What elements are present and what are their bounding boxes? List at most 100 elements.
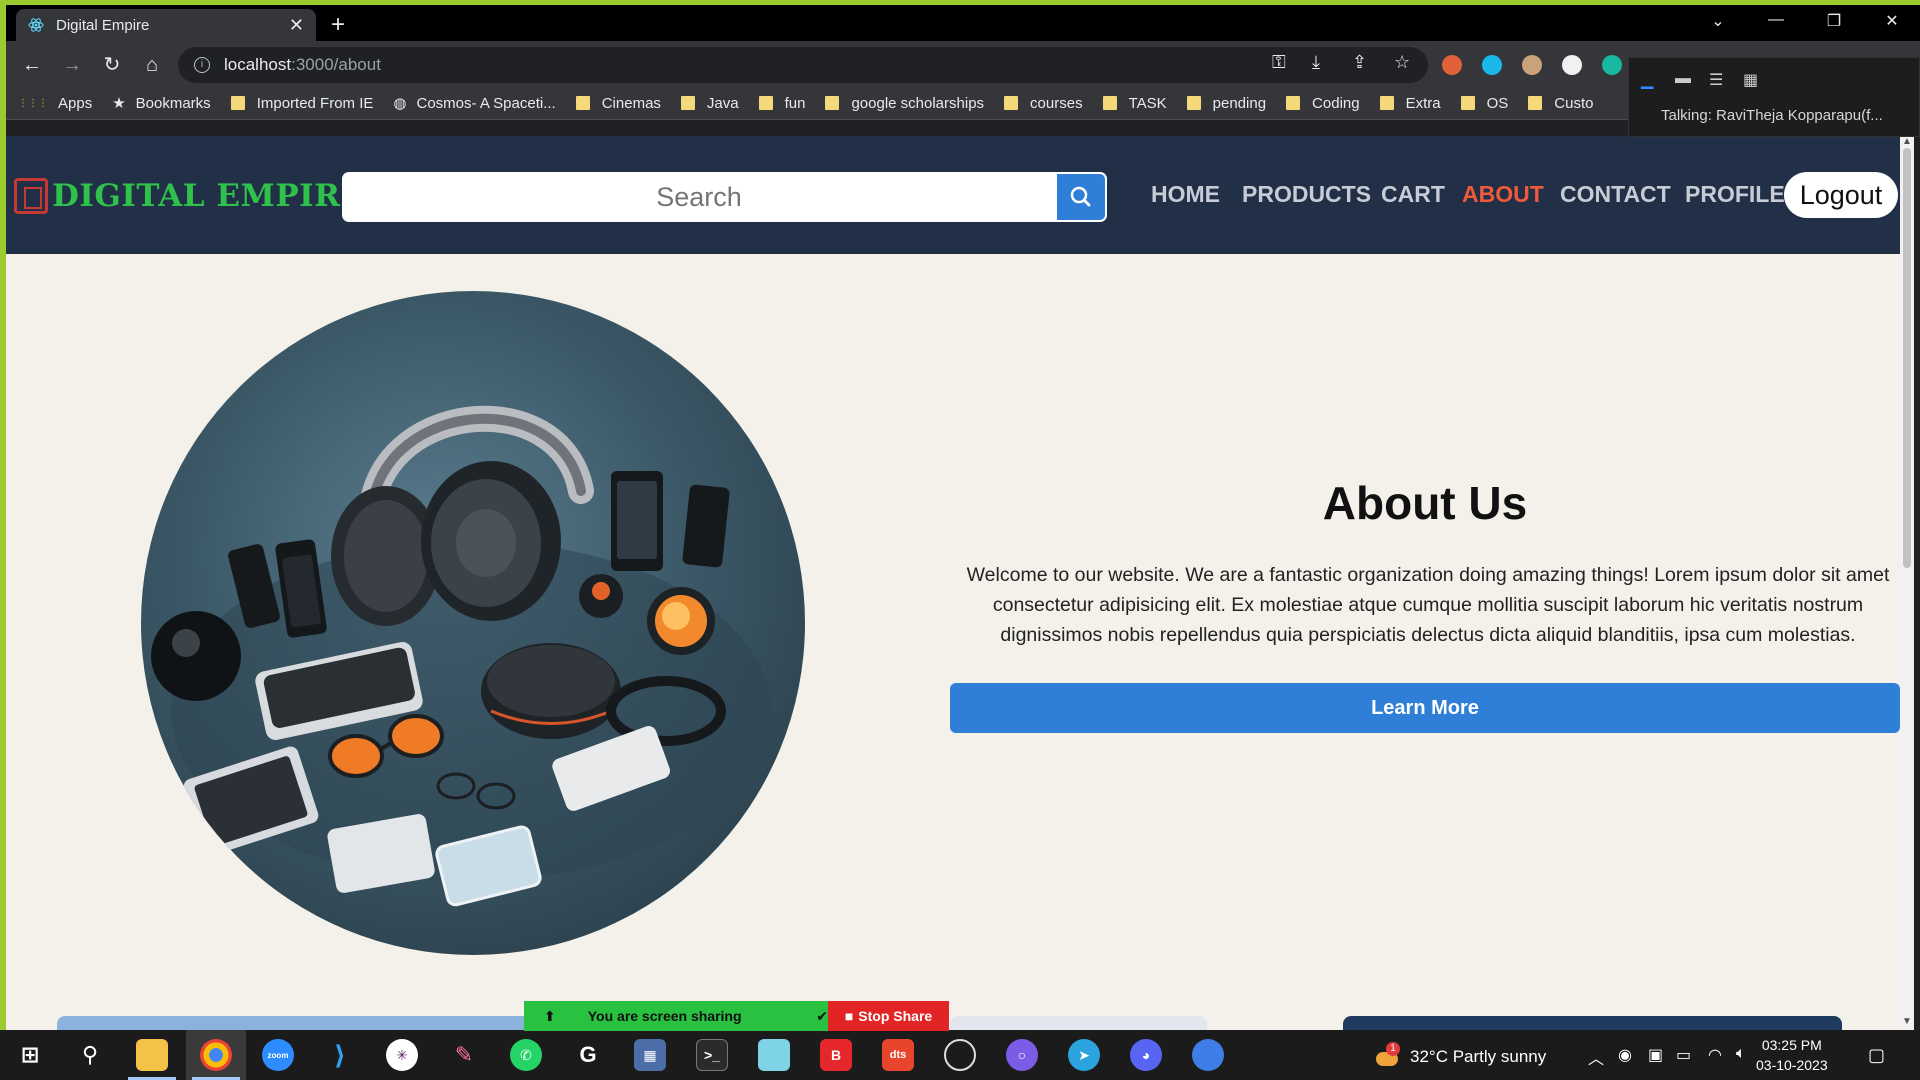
- nav-about[interactable]: ABOUT: [1462, 181, 1544, 208]
- chrome-icon[interactable]: [200, 1039, 232, 1071]
- bookmark-pending[interactable]: pending: [1186, 94, 1267, 112]
- tab-search-icon[interactable]: ⌄: [1698, 11, 1738, 31]
- sharing-status[interactable]: ⬆ You are screen sharing ✔: [524, 1001, 828, 1031]
- feature-card: [950, 1016, 1207, 1030]
- vscode-icon[interactable]: ⟩: [324, 1039, 356, 1071]
- bookmark-coding[interactable]: Coding: [1286, 95, 1360, 112]
- zoom-app-icon[interactable]: zoom: [262, 1039, 294, 1071]
- nav-profile[interactable]: PROFILE: [1685, 181, 1785, 208]
- weather-text: 32°C Partly sunny: [1410, 1047, 1547, 1066]
- zoom-minimize-icon[interactable]: ▁: [1641, 70, 1653, 90]
- volume-icon[interactable]: 🔈︎: [1736, 1045, 1746, 1063]
- key-icon[interactable]: ⚿: [1272, 52, 1286, 73]
- github-desktop-icon[interactable]: G: [572, 1039, 604, 1071]
- url-path: :3000/about: [291, 55, 381, 74]
- logout-button[interactable]: Logout: [1784, 172, 1898, 218]
- telegram-icon[interactable]: ➤: [1068, 1039, 1100, 1071]
- bookmark-extra[interactable]: Extra: [1379, 95, 1441, 112]
- nav-products[interactable]: PRODUCTS: [1242, 181, 1371, 208]
- bookmark-label: pending: [1212, 94, 1267, 112]
- vimeo-icon[interactable]: [1482, 55, 1502, 75]
- page-scrollbar[interactable]: ▲ ▼: [1900, 136, 1914, 1030]
- bookmark-star-icon[interactable]: ☆: [1394, 52, 1410, 73]
- back-icon[interactable]: ←: [18, 51, 46, 79]
- nav-contact[interactable]: CONTACT: [1560, 181, 1671, 208]
- minimize-button[interactable]: —: [1756, 11, 1796, 29]
- stop-share-button[interactable]: ■ Stop Share: [828, 1001, 949, 1031]
- close-window-button[interactable]: ✕: [1872, 11, 1912, 31]
- bookmark-google-scholarships[interactable]: google scholarships: [825, 95, 984, 112]
- extension-face-icon[interactable]: [1522, 55, 1542, 75]
- zoom-grid-icon[interactable]: ▦: [1743, 70, 1758, 90]
- react-icon: [28, 18, 44, 32]
- bookmark-fun[interactable]: fun: [758, 95, 805, 112]
- bookmark-cinemas[interactable]: Cinemas: [575, 95, 661, 112]
- taskbar-search-icon[interactable]: ⚲: [74, 1039, 106, 1071]
- dts-icon[interactable]: dts: [882, 1039, 914, 1071]
- folder-icon: [825, 96, 840, 110]
- paint-icon[interactable]: ✎: [448, 1039, 480, 1071]
- notepad-icon[interactable]: [758, 1039, 790, 1071]
- about-title: About Us: [1322, 477, 1528, 529]
- bookmark-bookmarks[interactable]: ★ Bookmarks: [112, 94, 210, 113]
- tray-meet-icon[interactable]: ▣: [1648, 1045, 1663, 1065]
- bookmark-imported-from-ie[interactable]: Imported From IE: [230, 95, 373, 112]
- tray-chevron-up-icon[interactable]: ︿: [1588, 1045, 1604, 1069]
- taskbar-clock[interactable]: 03:25 PM 03-10-2023: [1756, 1035, 1828, 1075]
- discord-icon[interactable]: ◕: [1130, 1039, 1162, 1071]
- nav-home[interactable]: HOME: [1151, 181, 1220, 208]
- tor-icon[interactable]: ○: [1006, 1039, 1038, 1071]
- wifi-icon[interactable]: ◠: [1708, 1045, 1722, 1065]
- forward-icon[interactable]: →: [58, 51, 86, 79]
- learn-more-button[interactable]: Learn More: [950, 683, 1900, 733]
- terminal-icon[interactable]: >_: [696, 1039, 728, 1071]
- slack-icon[interactable]: ✳: [386, 1039, 418, 1071]
- obs-icon[interactable]: [944, 1039, 976, 1071]
- bookmark-cosmos-a-spaceti[interactable]: ◍ Cosmos- A Spaceti...: [393, 94, 555, 113]
- tray-record-icon[interactable]: ◉: [1618, 1045, 1632, 1065]
- install-icon[interactable]: ⤓: [1312, 52, 1320, 73]
- file-explorer-icon[interactable]: [136, 1039, 168, 1071]
- restore-button[interactable]: ❐: [1814, 11, 1854, 31]
- weather-widget[interactable]: 1 32°C Partly sunny: [1374, 1042, 1547, 1070]
- bookmark-custo[interactable]: Custo: [1528, 95, 1593, 112]
- home-icon[interactable]: ⌂: [138, 51, 166, 79]
- scrollbar-thumb[interactable]: [1903, 148, 1911, 568]
- bookmark-java[interactable]: Java: [680, 95, 739, 112]
- zoom-view-single-icon[interactable]: ▬: [1675, 70, 1691, 88]
- search-input[interactable]: [342, 172, 1056, 222]
- scroll-up-icon[interactable]: ▲: [1902, 136, 1912, 147]
- nav-cart[interactable]: CART: [1381, 181, 1445, 208]
- bookmark-label: courses: [1030, 94, 1083, 112]
- whatsapp-icon[interactable]: ✆: [510, 1039, 542, 1071]
- bookmark-task[interactable]: TASK: [1102, 95, 1167, 112]
- extension-pen-icon[interactable]: [1442, 55, 1462, 75]
- site-info-icon[interactable]: i: [194, 57, 210, 73]
- bookmark-os[interactable]: OS: [1460, 95, 1508, 112]
- share-icon[interactable]: ⇪: [1352, 52, 1367, 73]
- browser-tab[interactable]: Digital Empire ✕: [16, 9, 316, 41]
- bookmark-courses[interactable]: courses: [1004, 95, 1083, 112]
- extension-chat-icon[interactable]: [1602, 55, 1622, 75]
- calculator-icon[interactable]: ▦: [634, 1039, 666, 1071]
- scroll-down-icon[interactable]: ▼: [1902, 1016, 1912, 1027]
- extension-circle-icon[interactable]: [1562, 55, 1582, 75]
- reload-icon[interactable]: ↻: [98, 51, 126, 79]
- zoom-view-split-icon[interactable]: ☰: [1709, 70, 1723, 90]
- url-host: localhost: [224, 55, 292, 74]
- bookmark-apps[interactable]: ⋮⋮⋮ Apps: [18, 95, 92, 112]
- notification-icon[interactable]: ▢: [1868, 1045, 1885, 1066]
- site-logo[interactable]: DIGITAL EMPIRE: [14, 178, 365, 214]
- new-tab-button[interactable]: +: [324, 11, 352, 39]
- tab-title: Digital Empire: [56, 16, 150, 34]
- windows-start-icon[interactable]: ⊞: [14, 1039, 46, 1071]
- apps-grid-icon: ⋮⋮⋮: [18, 97, 48, 109]
- clock-date: 03-10-2023: [1756, 1057, 1828, 1073]
- search-button[interactable]: [1055, 172, 1107, 222]
- brave-b-icon[interactable]: B: [820, 1039, 852, 1071]
- firefox-icon[interactable]: [1192, 1039, 1224, 1071]
- folder-icon: [1102, 96, 1117, 110]
- tab-close-icon[interactable]: ✕: [289, 15, 304, 36]
- address-bar[interactable]: i localhost:3000/about: [178, 47, 1428, 83]
- battery-icon[interactable]: ▭: [1676, 1045, 1691, 1065]
